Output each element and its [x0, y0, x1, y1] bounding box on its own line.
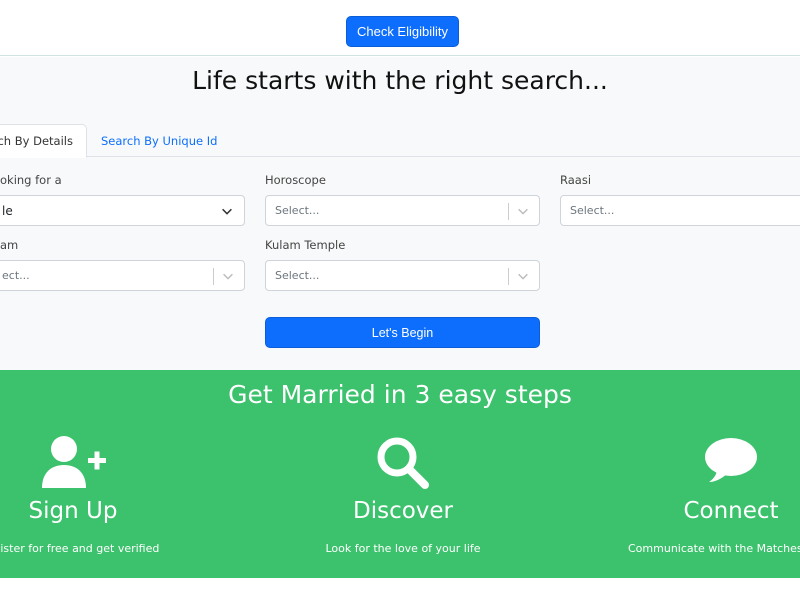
top-bar: Check Eligibility [0, 0, 800, 56]
horoscope-label: Horoscope [265, 173, 326, 187]
kulam-label: am [0, 238, 19, 252]
search-tabs: rch By Details Search By Unique Id [0, 124, 800, 158]
horoscope-select[interactable]: Select... [265, 195, 540, 226]
step-desc-connect: Communicate with the Matches y [628, 542, 800, 555]
looking-for-label: oking for a [0, 173, 62, 187]
kulam-temple-label: Kulam Temple [265, 238, 346, 252]
chevron-down-icon [518, 273, 528, 280]
kulam-temple-select[interactable]: Select... [265, 260, 540, 291]
chat-bubble-icon [705, 438, 757, 482]
tab-search-by-details[interactable]: rch By Details [0, 124, 87, 158]
page-title: Life starts with the right search... [192, 66, 608, 95]
step-title-discover: Discover [352, 498, 454, 524]
tab-search-by-unique-id[interactable]: Search By Unique Id [101, 124, 217, 157]
kulam-temple-placeholder: Select... [275, 269, 320, 282]
select-separator [508, 203, 509, 220]
raasi-label: Raasi [560, 173, 592, 187]
step-desc-sign-up: egister for free and get verified [0, 542, 160, 555]
horoscope-placeholder: Select... [275, 204, 320, 217]
kulam-select[interactable]: ect... [0, 260, 245, 291]
chevron-down-icon [518, 208, 528, 215]
kulam-placeholder: ect... [2, 269, 30, 282]
add-user-icon [42, 436, 106, 488]
step-title-connect: Connect [683, 498, 779, 524]
step-title-sign-up: Sign Up [28, 498, 118, 524]
chevron-down-icon [223, 273, 233, 280]
select-separator [508, 268, 509, 285]
looking-for-select[interactable]: le [0, 195, 245, 226]
steps-title: Get Married in 3 easy steps [228, 380, 572, 409]
looking-for-value: le [2, 203, 13, 218]
check-eligibility-button[interactable]: Check Eligibility [346, 16, 459, 47]
chevron-down-icon [222, 208, 232, 215]
steps-section: Get Married in 3 easy steps Sign Up egis… [0, 370, 800, 578]
select-separator [213, 268, 214, 285]
search-icon [377, 437, 429, 489]
raasi-select[interactable]: Select... [560, 195, 800, 226]
next-section [0, 578, 800, 600]
lets-begin-button[interactable]: Let's Begin [265, 317, 540, 348]
step-desc-discover: Look for the love of your life [325, 542, 481, 555]
raasi-placeholder: Select... [570, 204, 615, 217]
